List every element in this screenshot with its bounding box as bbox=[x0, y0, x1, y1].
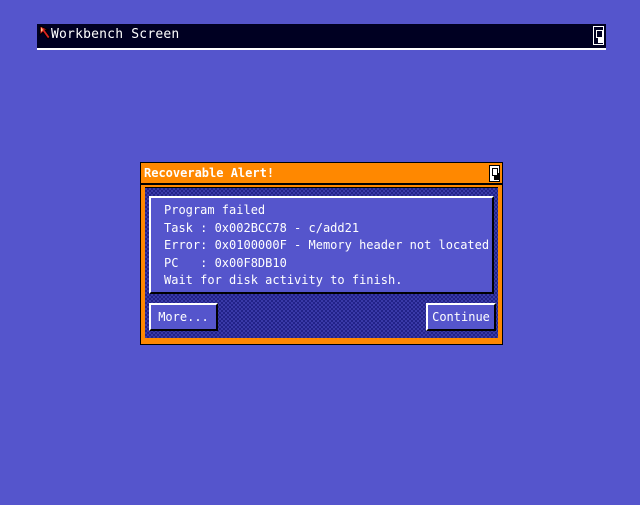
alert-message: Program failed Task : 0x002BCC78 - c/add… bbox=[164, 202, 489, 290]
alert-title: Recoverable Alert! bbox=[144, 166, 275, 180]
screen-title: Workbench Screen bbox=[51, 27, 180, 42]
recoverable-alert-window: Recoverable Alert! Program failed Task :… bbox=[140, 162, 503, 345]
message-line-pc: PC : 0x00F8DB10 bbox=[164, 255, 287, 270]
alert-body: Program failed Task : 0x002BCC78 - c/add… bbox=[145, 187, 498, 338]
alert-message-box: Program failed Task : 0x002BCC78 - c/add… bbox=[149, 196, 494, 294]
message-line-program-failed: Program failed bbox=[164, 203, 266, 217]
screen-depth-gadget[interactable] bbox=[593, 26, 604, 45]
message-line-error: Error: 0x0100000F - Memory header not lo… bbox=[164, 238, 490, 253]
message-line-task: Task : 0x002BCC78 - c/add21 bbox=[164, 220, 360, 235]
continue-button[interactable]: Continue bbox=[426, 303, 496, 331]
window-depth-gadget[interactable] bbox=[489, 165, 500, 182]
screen-title-bar[interactable]: Workbench Screen bbox=[37, 24, 606, 50]
more-button[interactable]: More... bbox=[149, 303, 218, 331]
message-line-wait: Wait for disk activity to finish. bbox=[164, 273, 403, 288]
alert-title-bar[interactable]: Recoverable Alert! bbox=[141, 163, 502, 185]
